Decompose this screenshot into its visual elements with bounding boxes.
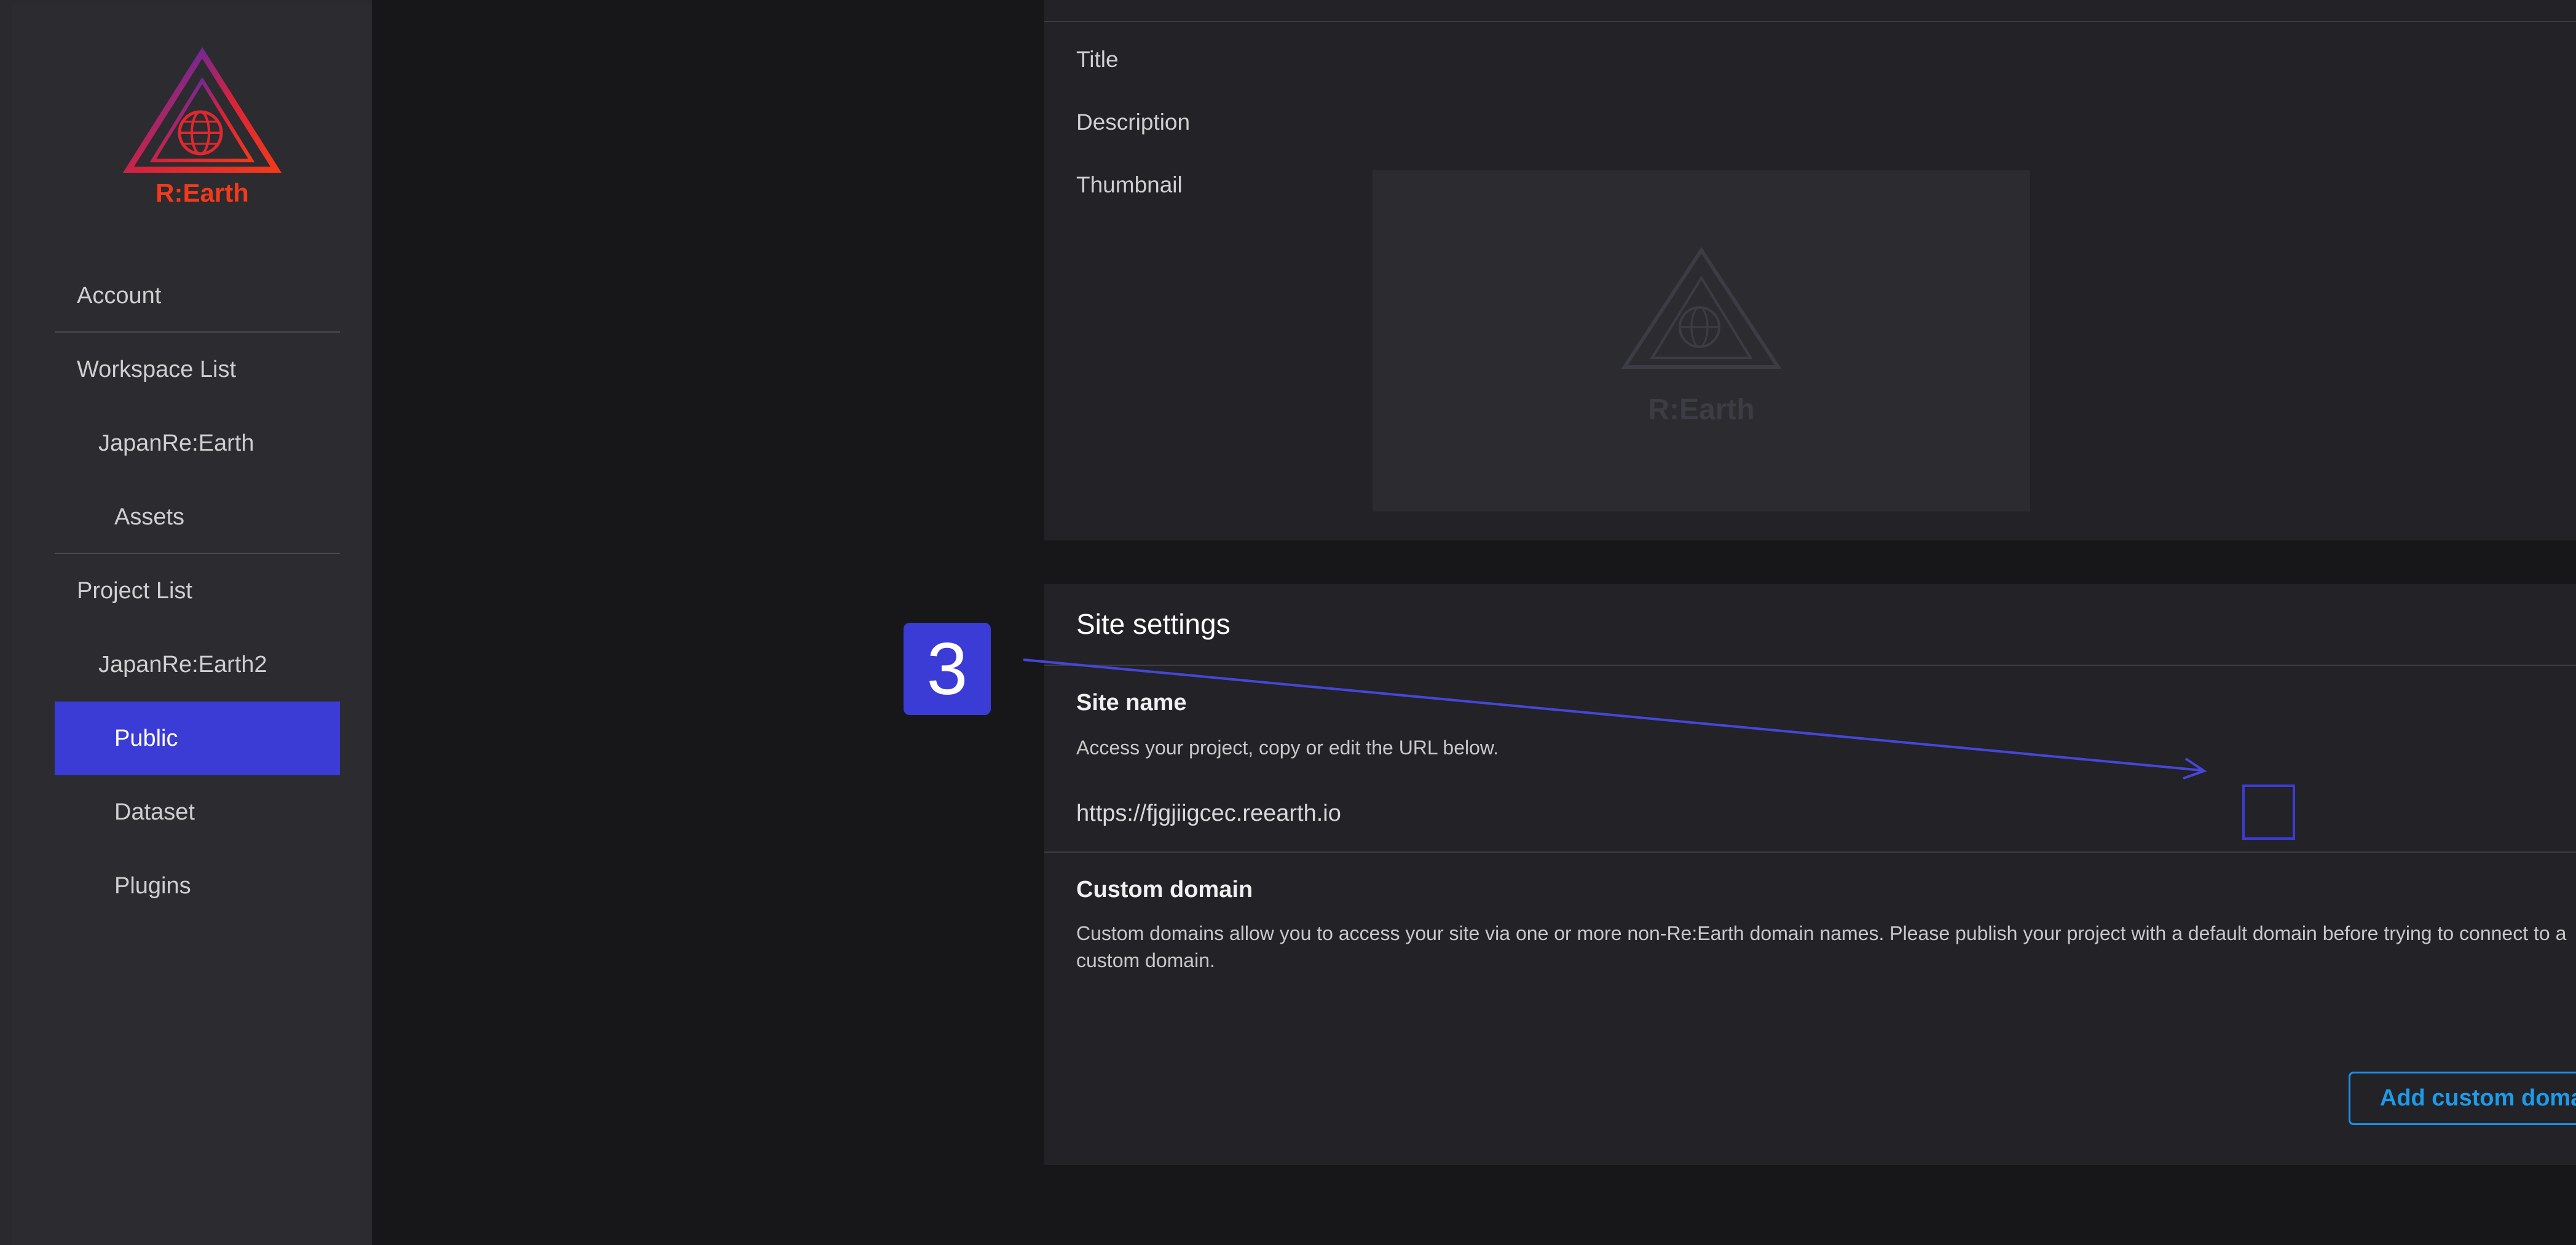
annotation-arrow-layer	[1023, 658, 2207, 780]
highlight-box	[2242, 785, 2295, 840]
step-badge: 3	[904, 623, 991, 715]
annotation-arrow	[1023, 658, 2202, 772]
